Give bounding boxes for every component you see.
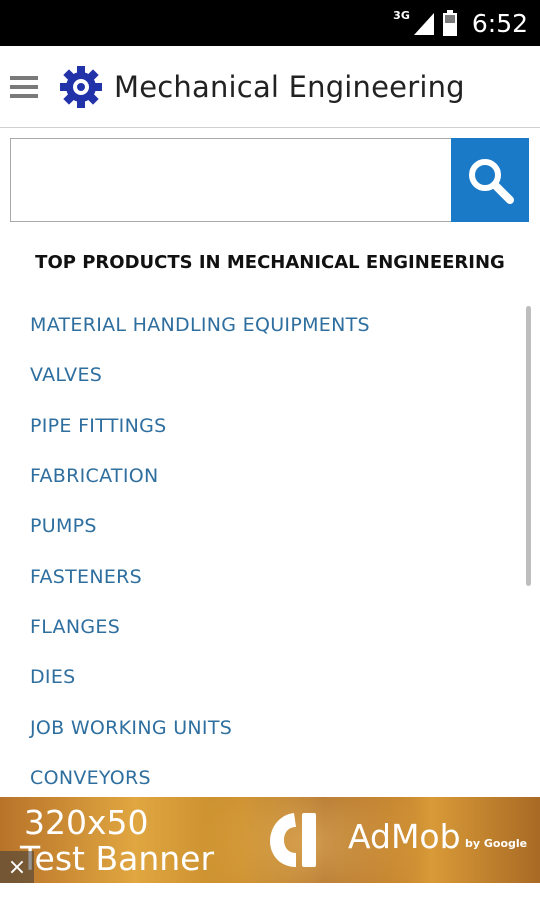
status-bar: 3G 6:52	[0, 0, 540, 46]
product-list: MATERIAL HANDLING EQUIPMENTS VALVES PIPE…	[30, 300, 510, 803]
signal-icon	[413, 13, 434, 35]
menu-button[interactable]	[0, 46, 54, 128]
product-link[interactable]: FLANGES	[30, 602, 510, 652]
gear-icon	[60, 65, 102, 108]
ad-label: Test Banner	[20, 839, 215, 878]
app-bar: Mechanical Engineering	[0, 46, 540, 128]
network-type: 3G	[393, 8, 410, 22]
status-icons: 3G 6:52	[393, 9, 528, 38]
product-link[interactable]: PIPE FITTINGS	[30, 401, 510, 451]
product-link[interactable]: CONVEYORS	[30, 753, 510, 803]
search-icon	[469, 159, 514, 204]
close-icon[interactable]: ×	[0, 851, 34, 883]
app-title: Mechanical Engineering	[114, 69, 465, 104]
product-link[interactable]: FASTENERS	[30, 551, 510, 601]
ad-size-text: 320x50	[24, 803, 149, 842]
product-link[interactable]: FABRICATION	[30, 451, 510, 501]
clock: 6:52	[471, 8, 528, 38]
hamburger-menu-icon	[10, 75, 38, 98]
search-bar	[10, 138, 529, 222]
product-link[interactable]: DIES	[30, 652, 510, 702]
scrollbar-thumb[interactable]	[526, 306, 531, 586]
ad-banner[interactable]: 320x50 Test Banner × AdMob by Google	[0, 797, 540, 883]
product-link[interactable]: VALVES	[30, 350, 510, 400]
bottom-strip	[0, 883, 540, 900]
product-link[interactable]: PUMPS	[30, 501, 510, 551]
section-heading: TOP PRODUCTS IN MECHANICAL ENGINEERING	[35, 252, 505, 273]
search-input[interactable]	[10, 138, 451, 222]
battery-icon	[442, 10, 457, 36]
admob-brand: AdMob	[348, 817, 461, 856]
product-link[interactable]: JOB WORKING UNITS	[30, 702, 510, 752]
admob-by-google: by Google	[465, 837, 528, 850]
admob-logo-icon	[270, 813, 316, 867]
search-button[interactable]	[451, 138, 529, 222]
product-link[interactable]: MATERIAL HANDLING EQUIPMENTS	[30, 300, 510, 350]
